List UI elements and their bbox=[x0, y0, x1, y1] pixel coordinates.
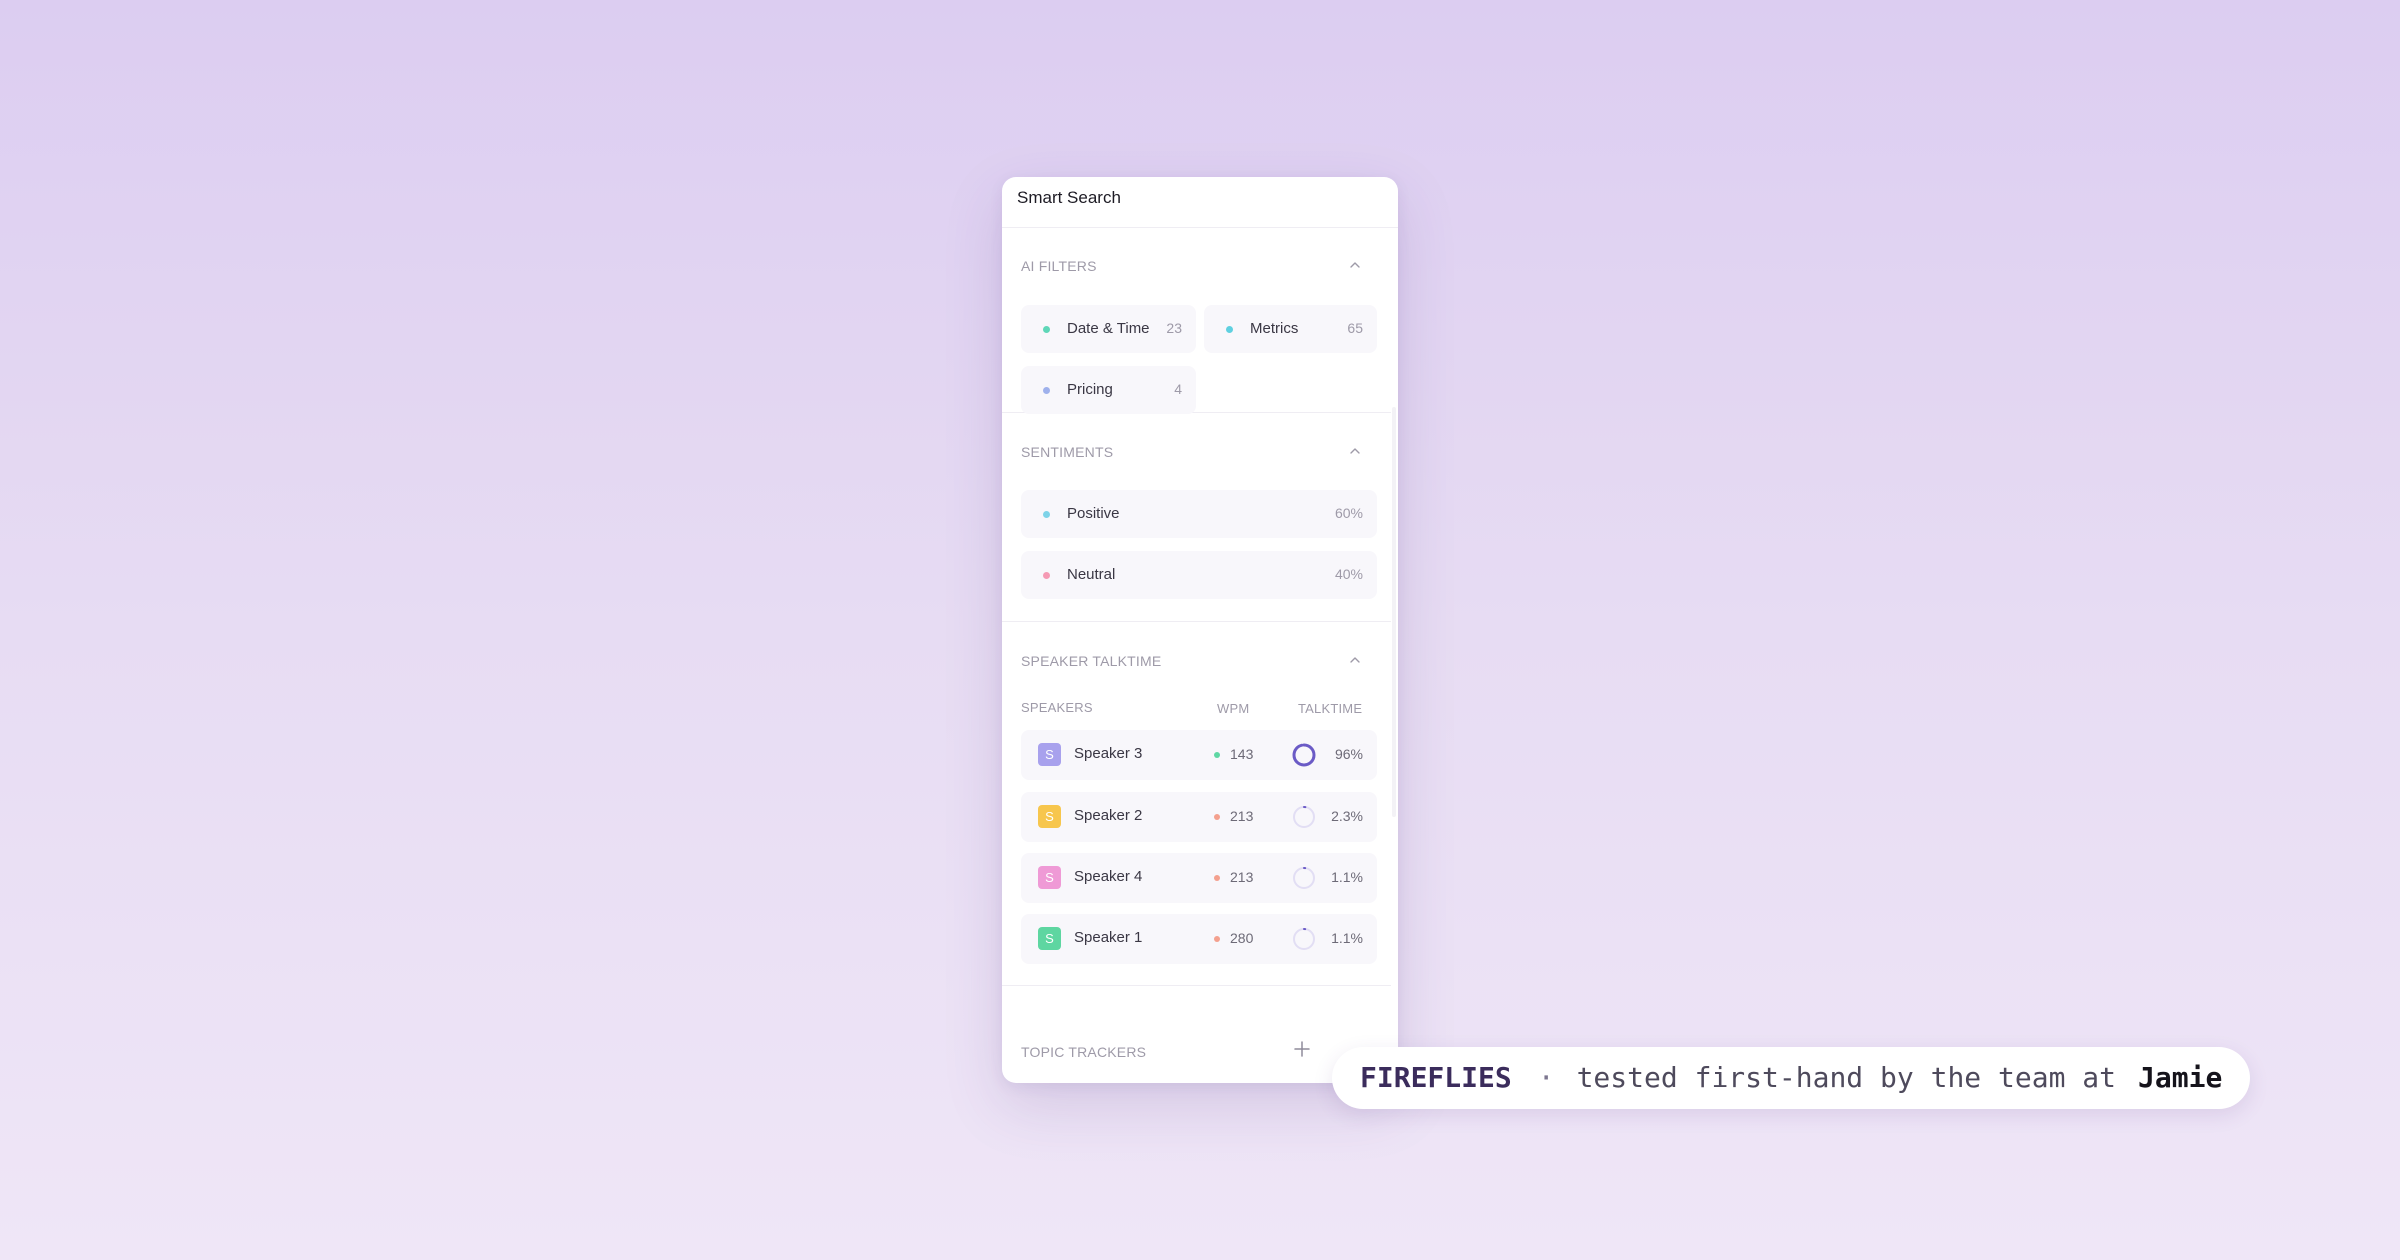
filter-count: 23 bbox=[1166, 320, 1182, 336]
speaker-name: Speaker 1 bbox=[1074, 929, 1143, 946]
filter-dot bbox=[1226, 326, 1233, 333]
ai-filters-section: AI FILTERS Date & Time 23 Metrics 65 Pri… bbox=[1002, 227, 1391, 414]
talktime-ring-icon bbox=[1291, 804, 1317, 830]
avatar: S bbox=[1038, 927, 1061, 950]
sentiment-dot bbox=[1043, 511, 1050, 518]
caption-separator: · bbox=[1537, 1061, 1555, 1094]
ai-filters-heading: AI FILTERS bbox=[1021, 258, 1097, 274]
avatar: S bbox=[1038, 866, 1061, 889]
scrollbar-thumb[interactable] bbox=[1392, 407, 1396, 817]
filter-dot bbox=[1043, 387, 1050, 394]
chevron-up-icon[interactable] bbox=[1348, 444, 1362, 458]
wpm-dot bbox=[1214, 875, 1220, 881]
speaker-name: Speaker 3 bbox=[1074, 745, 1143, 762]
talktime-ring-icon bbox=[1291, 865, 1317, 891]
sentiment-value: 60% bbox=[1334, 505, 1363, 521]
smart-search-panel: Smart Search AI FILTERS Date & Time 23 M… bbox=[1002, 177, 1398, 1083]
sentiment-positive[interactable]: Positive 60% bbox=[1021, 490, 1377, 538]
filter-count: 65 bbox=[1347, 320, 1363, 336]
column-header-wpm: WPM bbox=[1217, 701, 1250, 716]
speaker-talktime-heading: SPEAKER TALKTIME bbox=[1021, 653, 1162, 669]
avatar: S bbox=[1038, 743, 1061, 766]
talktime-value: 1.1% bbox=[1331, 869, 1363, 885]
filter-count: 4 bbox=[1174, 381, 1182, 397]
wpm-value: 213 bbox=[1230, 808, 1254, 824]
talktime-value: 96% bbox=[1334, 746, 1363, 762]
talktime-ring-icon bbox=[1291, 742, 1317, 768]
sentiment-label: Neutral bbox=[1067, 566, 1116, 583]
speaker-talktime-section: SPEAKER TALKTIME SPEAKERS WPM TALKTIME S… bbox=[1002, 622, 1391, 986]
wpm-value: 280 bbox=[1230, 930, 1254, 946]
filter-label: Date & Time bbox=[1067, 320, 1150, 337]
speaker-row[interactable]: S Speaker 3 143 96% bbox=[1021, 730, 1377, 780]
chevron-up-icon[interactable] bbox=[1348, 258, 1362, 272]
sentiment-dot bbox=[1043, 572, 1050, 579]
sentiment-label: Positive bbox=[1067, 505, 1120, 522]
plus-icon[interactable] bbox=[1293, 1040, 1311, 1058]
chevron-up-icon[interactable] bbox=[1348, 653, 1362, 667]
filter-chip-metrics[interactable]: Metrics 65 bbox=[1204, 305, 1377, 353]
avatar: S bbox=[1038, 805, 1061, 828]
caption-pill: FIREFLIES · tested first-hand by the team … bbox=[1332, 1047, 2250, 1109]
sentiment-neutral[interactable]: Neutral 40% bbox=[1021, 551, 1377, 599]
filter-label: Pricing bbox=[1067, 381, 1113, 398]
wpm-dot bbox=[1214, 814, 1220, 820]
talktime-value: 1.1% bbox=[1331, 930, 1363, 946]
column-header-talktime: TALKTIME bbox=[1298, 701, 1363, 716]
panel-title: Smart Search bbox=[1017, 188, 1121, 207]
wpm-dot bbox=[1214, 936, 1220, 942]
filter-dot bbox=[1043, 326, 1050, 333]
speaker-name: Speaker 2 bbox=[1074, 807, 1143, 824]
talktime-value: 2.3% bbox=[1331, 808, 1363, 824]
caption-brand: FIREFLIES bbox=[1360, 1061, 1512, 1094]
sentiment-value: 40% bbox=[1334, 566, 1363, 582]
wpm-dot bbox=[1214, 752, 1220, 758]
speaker-row[interactable]: S Speaker 1 280 1.1% bbox=[1021, 914, 1377, 964]
wpm-value: 143 bbox=[1230, 746, 1254, 762]
column-header-speakers: SPEAKERS bbox=[1021, 700, 1093, 715]
caption-tagline: tested first-hand by the team at bbox=[1576, 1061, 2117, 1094]
wpm-value: 213 bbox=[1230, 869, 1254, 885]
topic-trackers-heading: TOPIC TRACKERS bbox=[1021, 1044, 1147, 1060]
panel-header: Smart Search bbox=[1002, 177, 1398, 228]
scrollbar[interactable] bbox=[1391, 227, 1398, 1083]
filter-chip-pricing[interactable]: Pricing 4 bbox=[1021, 366, 1196, 414]
talktime-ring-icon bbox=[1291, 926, 1317, 952]
filter-chip-date-time[interactable]: Date & Time 23 bbox=[1021, 305, 1196, 353]
sentiments-section: SENTIMENTS Positive 60% Neutral 40% bbox=[1002, 413, 1391, 622]
speaker-name: Speaker 4 bbox=[1074, 868, 1143, 885]
caption-team: Jamie bbox=[2138, 1061, 2223, 1094]
sentiments-heading: SENTIMENTS bbox=[1021, 444, 1114, 460]
filter-label: Metrics bbox=[1250, 320, 1299, 337]
speaker-row[interactable]: S Speaker 4 213 1.1% bbox=[1021, 853, 1377, 903]
speaker-row[interactable]: S Speaker 2 213 2.3% bbox=[1021, 792, 1377, 842]
